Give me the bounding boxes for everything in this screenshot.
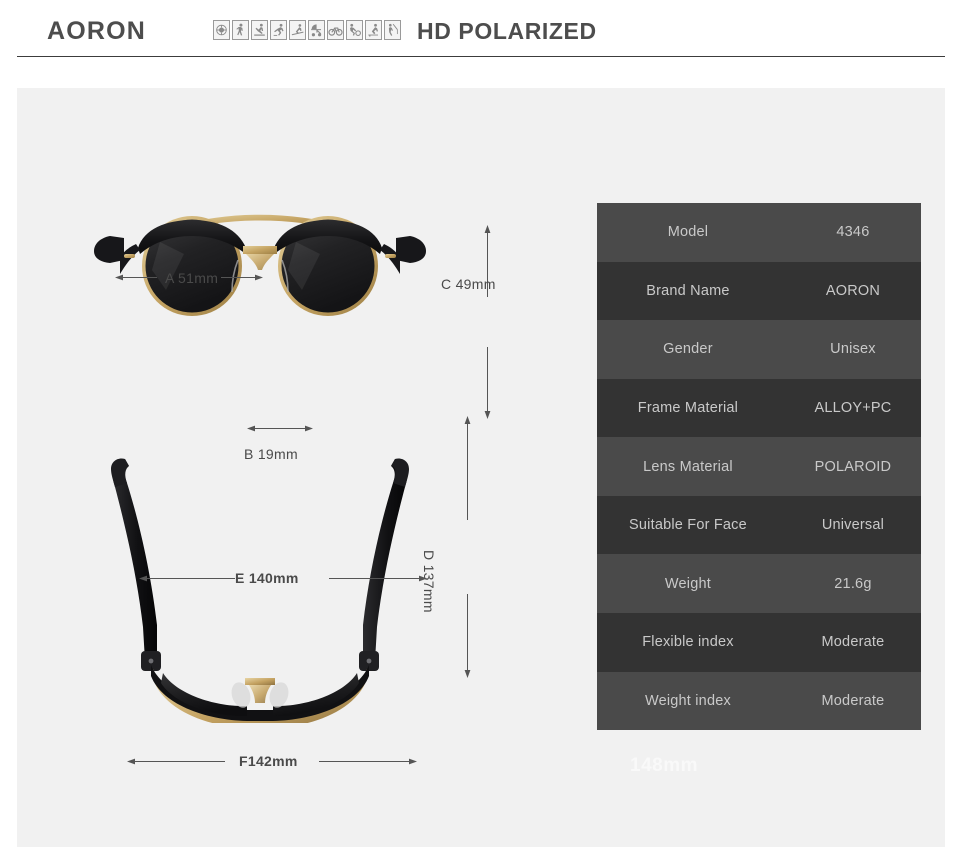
- table-row: Weight index Moderate: [597, 671, 921, 731]
- page-header: AORON HD POLARIZED: [0, 0, 960, 58]
- table-row: Suitable For Face Universal: [597, 495, 921, 555]
- sunglasses-front-view-image: [80, 198, 440, 328]
- dimension-arrow-d: [463, 416, 472, 678]
- spec-value: 4346: [836, 224, 870, 241]
- spec-value: Moderate: [821, 634, 885, 651]
- spec-value: Moderate: [821, 692, 885, 709]
- product-spec-page: AORON HD POLARIZED A 51mm B 19mm C 49mm …: [0, 0, 960, 859]
- spec-key: Brand Name: [646, 282, 730, 299]
- page-title: HD POLARIZED: [417, 18, 597, 44]
- spec-key: Model: [667, 224, 709, 241]
- spec-value: POLAROID: [814, 458, 892, 475]
- spec-key: Suitable For Face: [629, 517, 747, 534]
- dimension-arrow-b: [247, 424, 313, 433]
- skiing-icon: [289, 20, 306, 40]
- table-row: Model 4346: [597, 203, 921, 262]
- spec-value: 21.6g: [834, 575, 872, 592]
- cycling-icon: [327, 20, 344, 40]
- spec-value: Unisex: [830, 341, 876, 358]
- table-row: Frame Material ALLOY+PC: [597, 378, 921, 438]
- spec-key: Lens Material: [643, 458, 733, 475]
- table-row: Weight 21.6g: [597, 554, 921, 613]
- table-row: Brand Name AORON: [597, 261, 921, 321]
- specification-table: Model 4346 Brand Name AORON Gender Unise…: [597, 203, 921, 731]
- soccer-icon: [346, 20, 363, 40]
- spec-value: AORON: [825, 282, 881, 299]
- running-icon: [270, 20, 287, 40]
- stroller-icon: [308, 20, 325, 40]
- sun-icon: [213, 20, 230, 40]
- table-row: Lens Material POLAROID: [597, 437, 921, 496]
- walking-icon: [232, 20, 249, 40]
- fishing-icon: [384, 20, 401, 40]
- spec-key: Flexible index: [642, 634, 734, 651]
- dimension-label-e: E 140mm: [235, 570, 299, 586]
- dimension-label-a: A 51mm: [165, 270, 219, 286]
- spec-value: Universal: [821, 517, 885, 534]
- golf-icon: [251, 20, 268, 40]
- spec-key: Frame Material: [637, 399, 739, 416]
- table-row: Flexible index Moderate: [597, 612, 921, 672]
- table-row: Gender Unisex: [597, 320, 921, 379]
- sport-icon-strip: [213, 20, 401, 40]
- dimension-label-f: F142mm: [239, 753, 298, 769]
- header-divider: [17, 56, 945, 57]
- dimension-arrow-c: [483, 225, 492, 419]
- brand-logo: AORON: [47, 17, 147, 45]
- watermark-text: 148mm: [630, 755, 698, 776]
- spec-key: Weight index: [644, 692, 731, 709]
- spec-value: ALLOY+PC: [814, 399, 892, 416]
- dimension-label-c: C 49mm: [441, 276, 496, 292]
- spec-key: Weight: [664, 575, 711, 592]
- spec-key: Gender: [663, 341, 713, 358]
- skating-icon: [365, 20, 382, 40]
